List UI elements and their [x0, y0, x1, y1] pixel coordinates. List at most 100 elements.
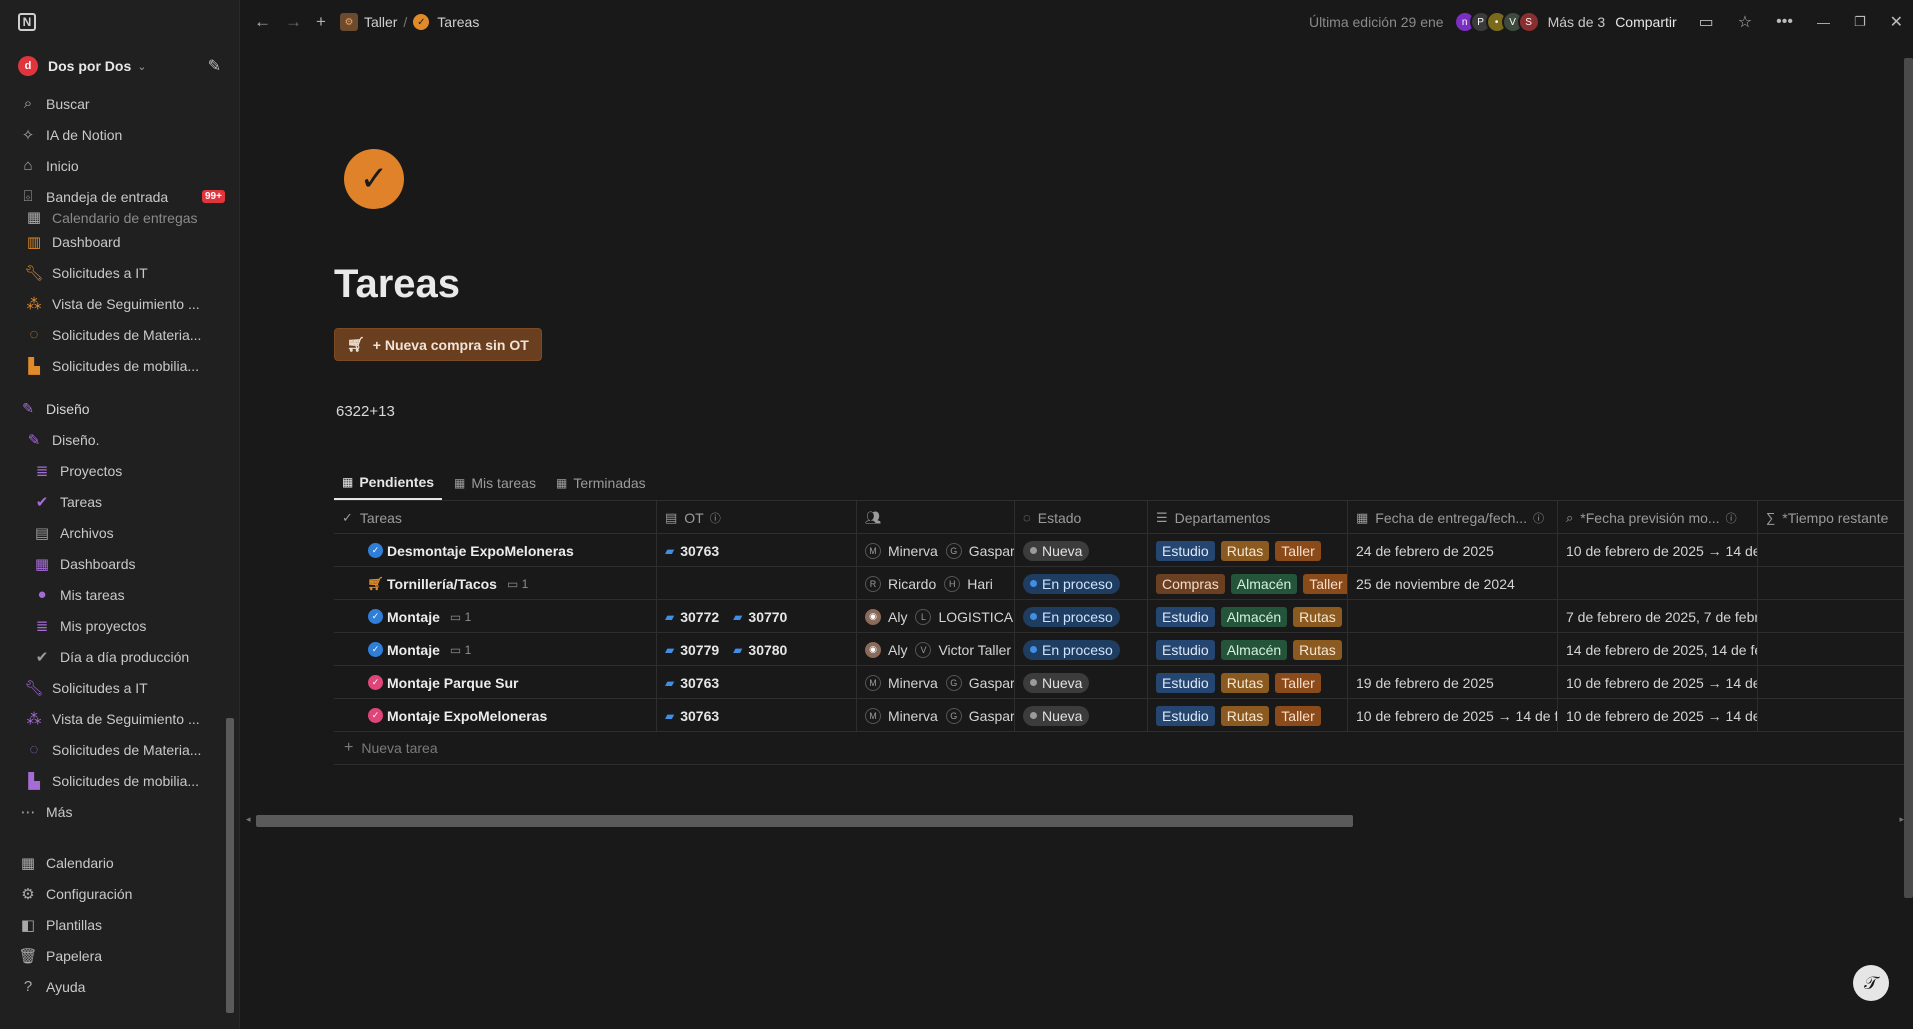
collaborator-avatars[interactable]: n P • V S	[1453, 11, 1540, 33]
horizontal-scrollbar-thumb[interactable]	[256, 815, 1353, 827]
new-page-icon[interactable]: ✎	[208, 56, 221, 76]
person-chip[interactable]: G Gaspar	[945, 542, 1014, 559]
table-row[interactable]: ✓ Desmontaje ExpoMeloneras ▰ 30763 M Minerva G…	[334, 534, 1913, 567]
sidebar-section-diseno[interactable]: ✎ Diseño	[0, 393, 239, 424]
sidebar-item-solicitudes-a-it[interactable]: 🔧︎ Solicitudes a IT	[0, 257, 239, 288]
departamentos-cell[interactable]: Estudio Rutas Taller	[1148, 699, 1348, 732]
tab-mis-tareas[interactable]: ▦ Mis tareas	[446, 466, 544, 500]
sidebar-item-solicitudes-de-materia[interactable]: ◌ Solicitudes de Materia...	[0, 319, 239, 350]
people-cell[interactable]: ◉ Aly V Victor Taller	[857, 633, 1015, 666]
people-cell[interactable]: M Minerva G Gaspar	[857, 534, 1015, 567]
task-name-cell[interactable]: ✓ Montaje Parque Sur	[334, 666, 657, 699]
person-chip[interactable]: M Minerva	[865, 707, 938, 724]
task-name-cell[interactable]: 🛒︎ Tornillería/Tacos ▭ 1	[334, 567, 657, 600]
sidebar-item-more[interactable]: ⋯ Más	[0, 796, 239, 827]
sidebar-scrollbar-thumb[interactable]	[226, 718, 234, 1013]
sidebar-item-ia-de-notion[interactable]: ✧ IA de Notion	[0, 119, 239, 150]
task-name-cell[interactable]: ✓ Montaje ▭ 1	[334, 600, 657, 633]
ot-cell[interactable]: ▰ 30763	[657, 666, 857, 699]
task-name[interactable]: Montaje ExpoMeloneras	[387, 708, 547, 724]
tab-terminadas[interactable]: ▦ Terminadas	[548, 466, 654, 500]
sidebar-item-inicio[interactable]: ⌂ Inicio	[0, 150, 239, 181]
departamentos-cell[interactable]: Estudio Almacén Rutas	[1148, 633, 1348, 666]
person-chip[interactable]: G Gaspar	[945, 707, 1014, 724]
column-header-ot[interactable]: ▤ OT ⓘ	[657, 501, 857, 534]
ot-link[interactable]: ▰ 30763	[665, 543, 719, 559]
status-cell[interactable]: Nueva	[1015, 534, 1148, 567]
sidebar-item-buscar[interactable]: ⌕ Buscar	[0, 88, 239, 119]
people-cell[interactable]: R Ricardo H Hari	[857, 567, 1015, 600]
tiempo-restante-cell[interactable]	[1758, 666, 1913, 699]
tab-pendientes[interactable]: ▦ Pendientes	[334, 466, 443, 500]
fecha-entrega-cell[interactable]: 25 de noviembre de 2024	[1348, 567, 1558, 600]
restore-icon[interactable]: ❐	[1854, 14, 1866, 30]
task-name[interactable]: Montaje Parque Sur	[387, 675, 518, 691]
column-header-departamentos[interactable]: ☰ Departamentos	[1148, 501, 1348, 534]
sidebar-item-configuración[interactable]: ⚙ Configuración	[0, 878, 239, 909]
close-icon[interactable]: ✕	[1890, 12, 1903, 32]
people-cell[interactable]: M Minerva G Gaspar	[857, 666, 1015, 699]
task-name-cell[interactable]: ✓ Montaje ▭ 1	[334, 633, 657, 666]
sidebar-item-papelera[interactable]: 🗑︎ Papelera	[0, 940, 239, 971]
sidebar-scrollbar[interactable]	[226, 218, 234, 1018]
person-chip[interactable]: M Minerva	[865, 674, 938, 691]
fecha-entrega-cell[interactable]: 24 de febrero de 2025	[1348, 534, 1558, 567]
person-chip[interactable]: ◉ Aly	[865, 608, 907, 625]
sidebar-item-ayuda[interactable]: ? Ayuda	[0, 971, 239, 1002]
forward-arrow-icon[interactable]: →	[285, 12, 302, 32]
tiempo-restante-cell[interactable]	[1758, 534, 1913, 567]
ot-link[interactable]: ▰ 30772	[665, 609, 719, 625]
status-cell[interactable]: Nueva	[1015, 666, 1148, 699]
departamentos-cell[interactable]: Estudio Almacén Rutas	[1148, 600, 1348, 633]
sidebar-item-solicitudes-de-mobilia[interactable]: ▙ Solicitudes de mobilia...	[0, 765, 239, 796]
column-header-fecha-entrega[interactable]: ▦ Fecha de entrega/fech... ⓘ	[1348, 501, 1558, 534]
breadcrumb-current[interactable]: Tareas	[437, 14, 479, 30]
task-name-cell[interactable]: ✓ Desmontaje ExpoMeloneras	[334, 534, 657, 567]
tiempo-restante-cell[interactable]	[1758, 633, 1913, 666]
people-cell[interactable]: M Minerva G Gaspar	[857, 699, 1015, 732]
sidebar-item-vista-de-seguimiento[interactable]: ⁂ Vista de Seguimiento ...	[0, 703, 239, 734]
back-arrow-icon[interactable]: ←	[254, 12, 271, 32]
sidebar-item-solicitudes-de-materia[interactable]: ◌ Solicitudes de Materia...	[0, 734, 239, 765]
fecha-prevision-cell[interactable]: 10 de febrero de 2025 → 14 de f	[1558, 534, 1758, 567]
tiempo-restante-cell[interactable]	[1758, 567, 1913, 600]
nueva-compra-button[interactable]: 🛒︎ + Nueva compra sin OT	[334, 328, 542, 361]
sidebar-item-dashboards[interactable]: ▦ Dashboards	[0, 548, 239, 579]
share-button[interactable]: Compartir	[1615, 14, 1676, 30]
ot-link[interactable]: ▰ 30763	[665, 675, 719, 691]
page-icon-check[interactable]: ✓	[344, 149, 404, 209]
ot-link[interactable]: ▰ 30763	[665, 708, 719, 724]
sidebar-item-calendario[interactable]: ▦ Calendario	[0, 847, 239, 878]
tiempo-restante-cell[interactable]	[1758, 699, 1913, 732]
sidebar-item-tareas[interactable]: ✔ Tareas	[0, 486, 239, 517]
person-chip[interactable]: G Gaspar	[945, 674, 1014, 691]
status-cell[interactable]: En proceso	[1015, 567, 1148, 600]
sidebar-item-solicitudes-a-it[interactable]: 🔧︎ Solicitudes a IT	[0, 672, 239, 703]
task-name[interactable]: Tornillería/Tacos	[387, 576, 497, 592]
departamentos-cell[interactable]: Estudio Rutas Taller	[1148, 666, 1348, 699]
person-chip[interactable]: V Victor Taller	[915, 641, 1011, 658]
tiempo-restante-cell[interactable]	[1758, 600, 1913, 633]
table-row[interactable]: 🛒︎ Tornillería/Tacos ▭ 1 R Ricardo H Hari En pr…	[334, 567, 1913, 600]
ot-link[interactable]: ▰ 30779	[665, 642, 719, 658]
more-dots-icon[interactable]: •••	[1776, 13, 1793, 31]
sidebar-item-diseno-child[interactable]: ✎ Diseño.	[0, 424, 239, 455]
sidebar-item-dashboard[interactable]: ▥ Dashboard	[0, 226, 239, 257]
table-row[interactable]: ✓ Montaje Parque Sur ▰ 30763 M Minerva G Gaspar…	[334, 666, 1913, 699]
scroll-left-icon[interactable]: ◂	[246, 814, 251, 825]
fecha-prevision-cell[interactable]: 14 de febrero de 2025, 14 de fel	[1558, 633, 1758, 666]
fecha-prevision-cell[interactable]: 7 de febrero de 2025, 7 de febre	[1558, 600, 1758, 633]
person-chip[interactable]: R Ricardo	[865, 575, 936, 592]
page-vertical-scrollbar[interactable]	[1904, 58, 1913, 898]
table-row[interactable]: ✓ Montaje ExpoMeloneras ▰ 30763 M Minerva G Gas…	[334, 699, 1913, 732]
fecha-entrega-cell[interactable]	[1348, 600, 1558, 633]
task-name-cell[interactable]: ✓ Montaje ExpoMeloneras	[334, 699, 657, 732]
minimize-icon[interactable]: —	[1817, 15, 1830, 30]
workspace-switcher[interactable]: d Dos por Dos ⌄ ✎	[0, 44, 239, 88]
ot-cell[interactable]	[657, 567, 857, 600]
column-header-people[interactable]: 👥︎	[857, 501, 1015, 534]
star-icon[interactable]: ☆	[1738, 12, 1752, 32]
person-chip[interactable]: H Hari	[944, 575, 993, 592]
fecha-entrega-cell[interactable]: 19 de febrero de 2025	[1348, 666, 1558, 699]
person-chip[interactable]: ◉ Aly	[865, 641, 907, 658]
